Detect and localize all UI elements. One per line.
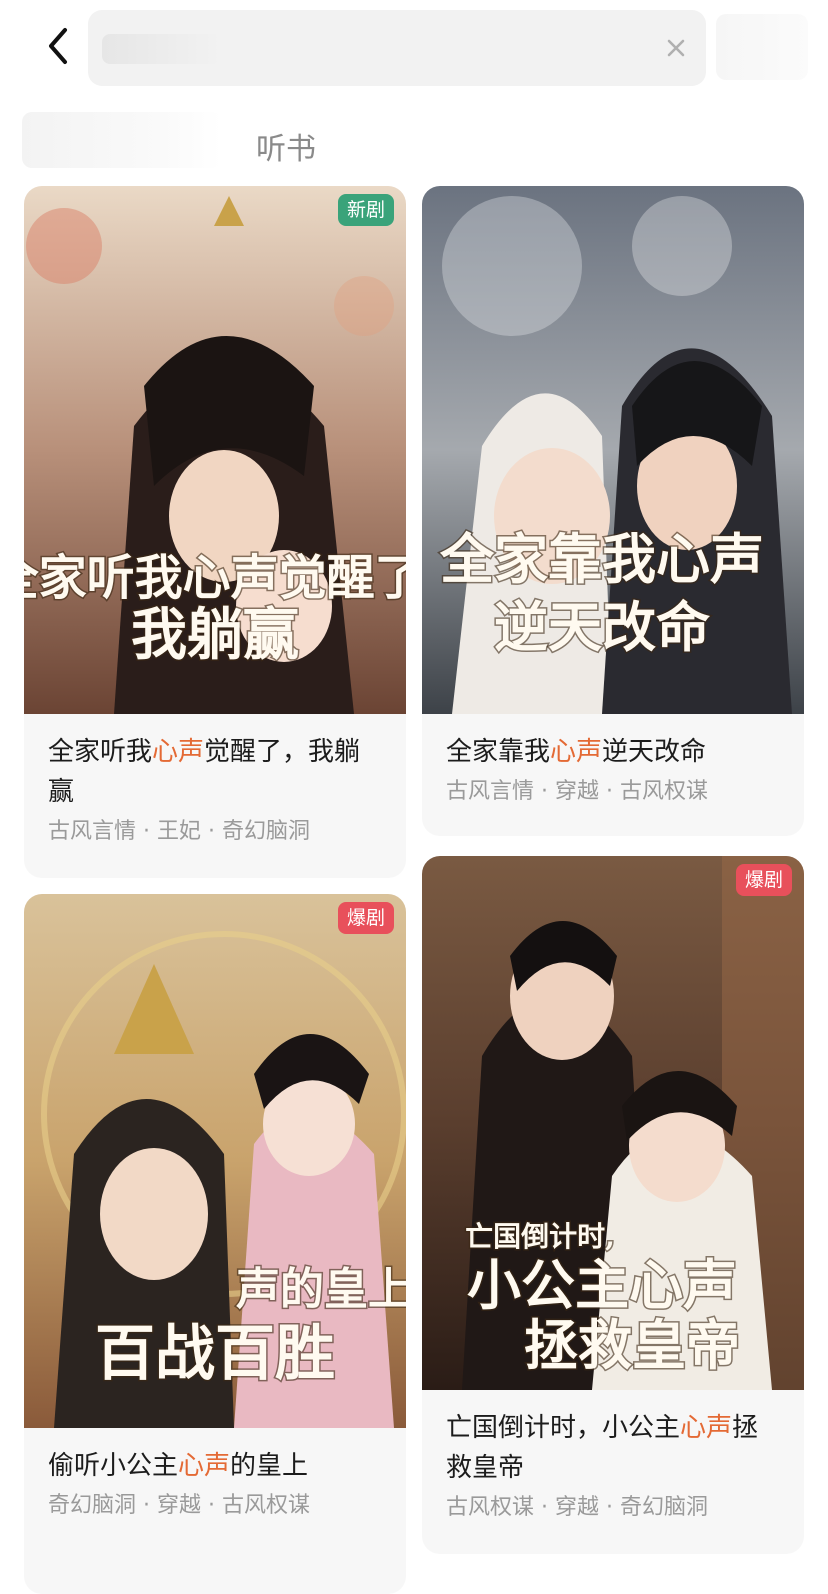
search-query-blurred: [102, 34, 222, 64]
tab-audiobook[interactable]: 听书: [256, 124, 316, 168]
cover-image: 声的皇上 百战百胜 爆剧: [24, 894, 406, 1428]
card-title: 全家听我心声觉醒了，我躺赢: [48, 737, 361, 807]
cover-title-line1: 小公主心声: [467, 1253, 737, 1317]
card-tags: 古风言情 · 穿越 · 古风权谋: [446, 779, 708, 804]
back-button[interactable]: [36, 24, 80, 68]
drama-card[interactable]: 全家靠我心声 逆天改命 全家靠我心声逆天改命 古风言情 · 穿越 · 古风权谋: [422, 186, 804, 836]
cover-title-line1: 声的皇上: [236, 1264, 406, 1315]
drama-card[interactable]: 声的皇上 百战百胜 爆剧 偷听小公主心声的皇上 奇幻脑洞 · 穿越 · 古风权谋: [24, 894, 406, 1594]
card-tags: 古风权谋 · 穿越 · 奇幻脑洞: [446, 1495, 708, 1520]
badge-new: 新剧: [337, 194, 394, 226]
cover-image: 全家听我心声觉醒了, 我躺赢 新剧: [24, 186, 406, 714]
search-input[interactable]: [88, 10, 706, 86]
badge-hot: 爆剧: [337, 902, 394, 934]
close-icon[interactable]: [662, 34, 690, 62]
cover-title-line2: 拯救皇帝: [524, 1313, 740, 1377]
cover-image: 全家靠我心声 逆天改命: [422, 186, 804, 714]
cover-image: 亡国倒计时, 小公主心声 拯救皇帝 爆剧: [422, 856, 804, 1390]
card-title: 亡国倒计时，小公主心声拯救皇帝: [446, 1413, 759, 1483]
cover-title-line1: 全家听我心声觉醒了,: [24, 550, 406, 606]
search-action-blurred[interactable]: [716, 14, 808, 80]
drama-card[interactable]: 全家听我心声觉醒了, 我躺赢 新剧 全家听我心声觉醒了，我躺赢 古风言情 · 王…: [24, 186, 406, 878]
drama-card[interactable]: 亡国倒计时, 小公主心声 拯救皇帝 爆剧 亡国倒计时，小公主心声拯救皇帝 古风权…: [422, 856, 804, 1554]
chevron-left-icon: [49, 28, 67, 64]
tab-blurred[interactable]: [22, 112, 222, 168]
card-tags: 古风言情 · 王妃 · 奇幻脑洞: [48, 819, 310, 844]
card-title: 偷听小公主心声的皇上: [48, 1451, 309, 1481]
card-tags: 奇幻脑洞 · 穿越 · 古风权谋: [48, 1493, 310, 1518]
card-title: 全家靠我心声逆天改命: [446, 737, 707, 767]
cover-title-line0: 亡国倒计时,: [465, 1220, 615, 1253]
badge-hot: 爆剧: [735, 864, 792, 896]
cover-title-line2: 我躺赢: [131, 602, 299, 668]
cover-title-line1: 全家靠我心声: [439, 527, 764, 591]
cover-title-line2: 逆天改命: [494, 595, 710, 659]
cover-title-line2: 百战百胜: [95, 1319, 335, 1389]
